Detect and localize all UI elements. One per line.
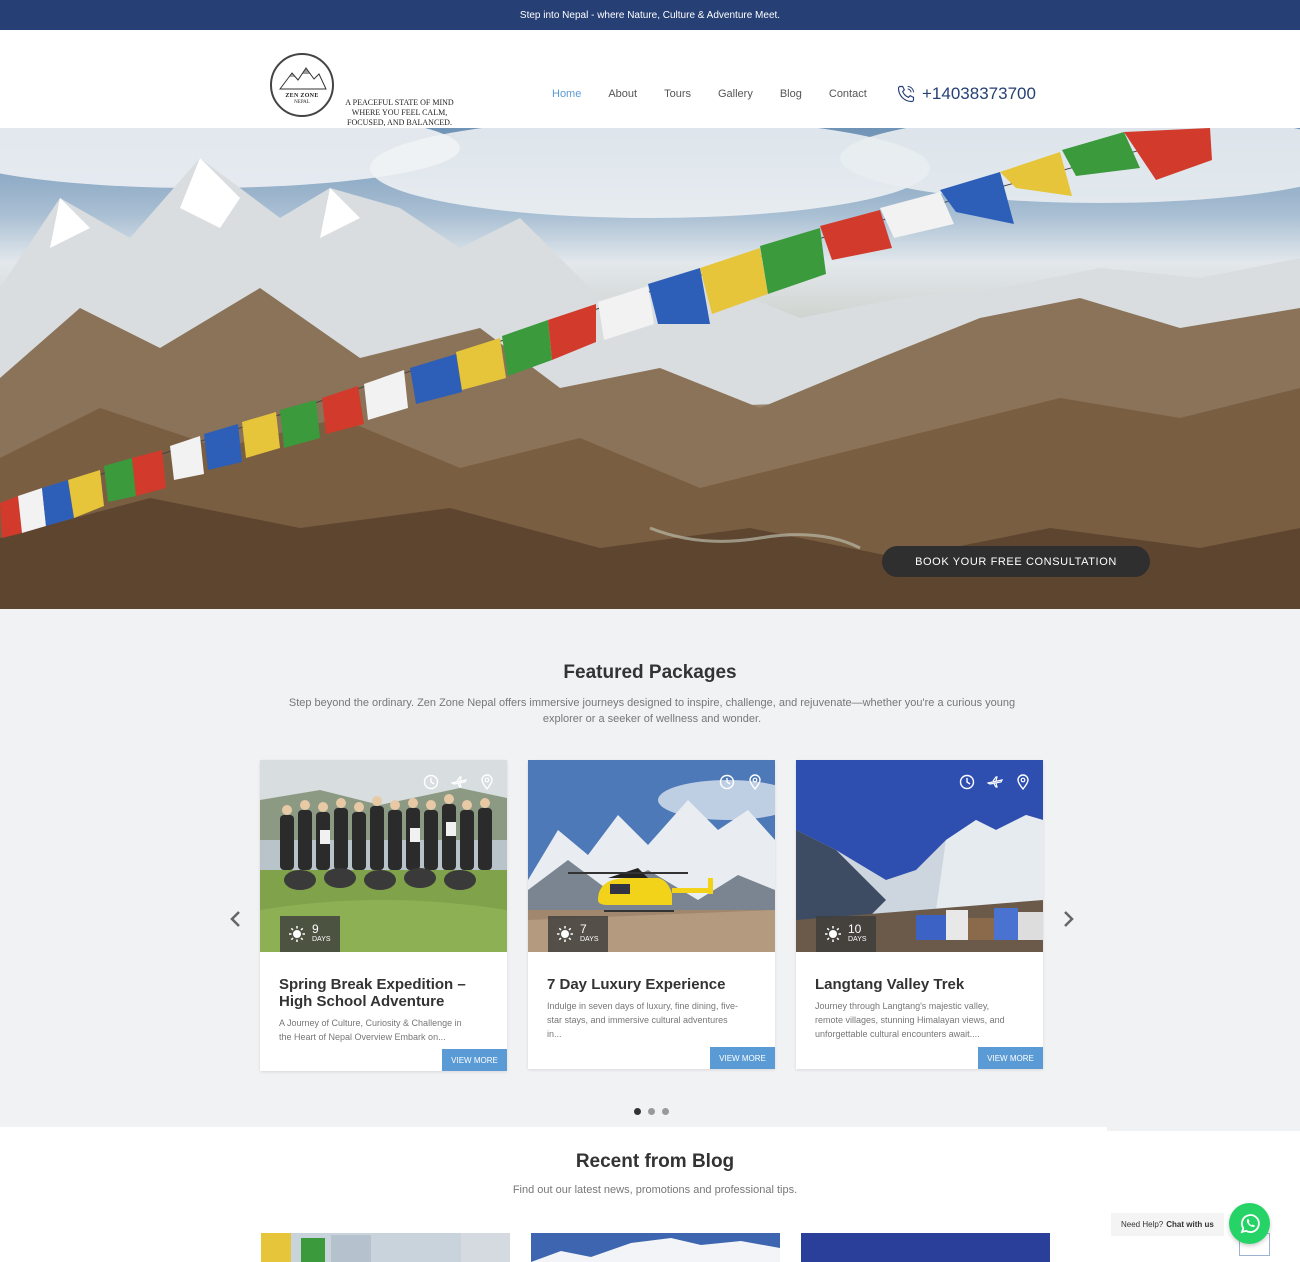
clock-icon[interactable] [959,774,975,790]
package-card[interactable]: 7 DAYS 7 Day Luxury Experience Indulge i… [528,760,775,1069]
nav-blog[interactable]: Blog [780,88,802,100]
package-excerpt: A Journey of Culture, Curiosity & Challe… [279,1018,462,1042]
package-card[interactable]: 10 DAYS Langtang Valley Trek Journey thr… [796,760,1043,1069]
main-navigation: Home About Tours Gallery Blog Contact [547,88,894,130]
package-image[interactable]: 10 DAYS [796,760,1043,952]
chat-help-label: Need Help? [1121,1220,1164,1229]
blog-image [261,1233,510,1262]
book-consultation-button[interactable]: BOOK YOUR FREE CONSULTATION [882,546,1150,577]
phone-link[interactable]: +14038373700 [896,84,1036,104]
package-icons [707,774,763,790]
package-card[interactable]: 9 DAYS Spring Break Expedition – High Sc… [260,760,507,1071]
site-logo[interactable]: ZEN ZONE NEPAL [270,53,334,117]
nav-home[interactable]: Home [547,88,586,130]
package-title[interactable]: 7 Day Luxury Experience [547,976,756,993]
duration-label: DAYS [580,936,599,943]
duration-badge: 10 DAYS [816,916,876,952]
phone-number: +14038373700 [922,84,1036,103]
carousel-dot[interactable] [634,1108,641,1115]
location-pin-icon[interactable] [479,774,495,790]
site-header: ZEN ZONE NEPAL A peaceful state of mind … [0,30,1300,130]
blog-description: Find out our latest news, promotions and… [512,1184,798,1196]
package-title[interactable]: Langtang Valley Trek [815,976,1024,993]
blog-title: Recent from Blog [575,1151,735,1172]
logo-subtitle: NEPAL [294,100,310,105]
nav-contact[interactable]: Contact [829,88,867,100]
nav-about[interactable]: About [608,88,637,100]
duration-badge: 7 DAYS [548,916,608,952]
view-more-button[interactable]: VIEW MORE [442,1049,507,1071]
duration-days: 7 [580,922,587,936]
top-announcement-bar: Step into Nepal - where Nature, Culture … [0,0,1300,30]
site-tagline: A peaceful state of mind where you feel … [345,98,454,127]
whatsapp-chat-button[interactable] [1229,1203,1270,1244]
clock-icon[interactable] [719,774,735,790]
clock-icon[interactable] [423,774,439,790]
nav-tours[interactable]: Tours [664,88,691,100]
phone-icon [897,85,915,103]
blog-thumbnail[interactable] [531,1233,780,1262]
duration-label: DAYS [312,936,331,943]
sun-icon [289,926,305,942]
location-pin-icon[interactable] [1015,774,1031,790]
package-icons [947,774,1031,790]
package-icons [411,774,495,790]
duration-label: DAYS [848,936,867,943]
featured-packages-description: Step beyond the ordinary. Zen Zone Nepal… [288,697,1016,725]
package-image[interactable]: 9 DAYS [260,760,507,952]
duration-badge: 9 DAYS [280,916,340,952]
duration-days: 9 [312,922,319,936]
whatsapp-icon [1240,1213,1260,1233]
blog-image [801,1233,1050,1262]
plane-icon[interactable] [987,774,1003,790]
sun-icon [557,926,573,942]
package-image[interactable]: 7 DAYS [528,760,775,952]
hero-image [0,128,1300,609]
package-excerpt: Journey through Langtang's majestic vall… [815,1001,1005,1039]
blog-thumbnail[interactable] [801,1233,1050,1262]
view-more-button[interactable]: VIEW MORE [978,1047,1043,1069]
view-more-button[interactable]: VIEW MORE [710,1047,775,1069]
blog-image [531,1233,780,1262]
carousel-dot[interactable] [648,1108,655,1115]
blog-thumbnail[interactable] [261,1233,510,1262]
plane-icon[interactable] [451,774,467,790]
chat-help-bubble[interactable]: Need Help? Chat with us [1111,1213,1224,1236]
duration-days: 10 [848,922,862,936]
featured-packages-title: Featured Packages [563,662,737,683]
carousel-dot[interactable] [662,1108,669,1115]
carousel-next-arrow[interactable] [1062,910,1076,928]
hero-banner [0,128,1300,609]
nav-gallery[interactable]: Gallery [718,88,753,100]
carousel-prev-arrow[interactable] [228,910,242,928]
package-title[interactable]: Spring Break Expedition – High School Ad… [279,976,488,1010]
sun-icon [825,926,841,942]
chat-with-us-label: Chat with us [1166,1220,1214,1229]
mountain-logo-icon [279,67,327,90]
carousel-pagination [634,1108,676,1115]
announcement-text: Step into Nepal - where Nature, Culture … [519,9,781,21]
package-excerpt: Indulge in seven days of luxury, fine di… [547,1001,738,1039]
logo-name: ZEN ZONE [285,93,319,99]
location-pin-icon[interactable] [747,774,763,790]
